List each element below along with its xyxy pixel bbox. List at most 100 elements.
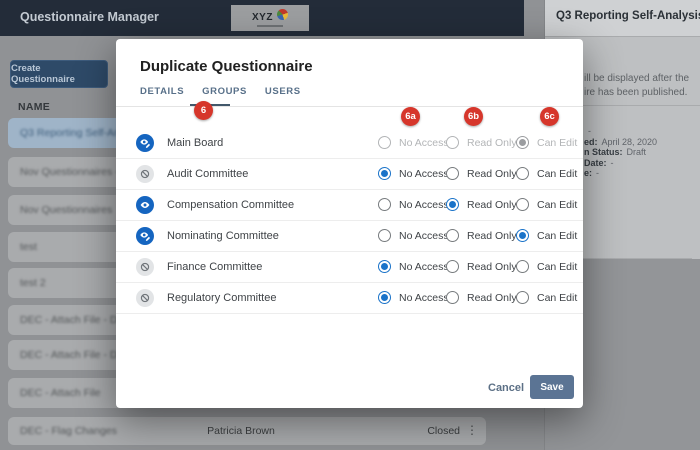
option-no-access[interactable]: No Access [378, 167, 449, 180]
radio-can-edit[interactable] [516, 198, 529, 211]
option-label: No Access [399, 199, 449, 211]
radio-read-only[interactable] [446, 167, 459, 180]
meta-value: - [596, 168, 599, 178]
option-read-only[interactable]: Read Only [446, 260, 517, 273]
option-label: No Access [399, 137, 449, 149]
option-label: Can Edit [537, 230, 577, 242]
group-name: Audit Committee [167, 168, 248, 180]
radio-read-only[interactable] [446, 229, 459, 242]
option-label: No Access [399, 292, 449, 304]
name-column-header: NAME [18, 101, 50, 113]
radio-no-access[interactable] [378, 260, 391, 273]
option-no-access[interactable]: No Access [378, 198, 449, 211]
option-label: Read Only [467, 230, 517, 242]
create-questionnaire-button[interactable]: Create Questionnaire [10, 60, 108, 88]
permission-row: Nominating Committee No Access Read Only Ca… [116, 221, 583, 252]
tab-users[interactable]: USERS [265, 86, 301, 97]
row-status: Closed [427, 425, 460, 437]
option-no-access[interactable]: No Access [378, 136, 449, 149]
radio-no-access[interactable] [378, 291, 391, 304]
option-read-only[interactable]: Read Only [446, 291, 517, 304]
option-read-only[interactable]: Read Only [446, 167, 517, 180]
tab-groups[interactable]: GROUPS [202, 86, 247, 97]
annotation-badge-6: 6 [194, 101, 213, 120]
option-label: Can Edit [537, 261, 577, 273]
meta-value: - [588, 126, 591, 136]
top-header: Questionnaire Manager XYZ [0, 0, 524, 36]
list-item-label: Nov Questionnaires [20, 204, 112, 216]
radio-can-edit[interactable] [516, 229, 529, 242]
kebab-menu-icon[interactable]: ⋮ [466, 423, 478, 437]
option-read-only[interactable]: Read Only [446, 198, 517, 211]
group-name: Regulatory Committee [167, 292, 276, 304]
cancel-button[interactable]: Cancel [488, 382, 524, 394]
hint-line: ill be displayed after the [584, 72, 689, 86]
option-read-only[interactable]: Read Only [446, 229, 517, 242]
duplicate-questionnaire-dialog: Duplicate Questionnaire DETAILS GROUPS USE… [116, 39, 583, 408]
logo-text: XYZ [252, 13, 273, 23]
radio-can-edit[interactable] [516, 136, 529, 149]
option-label: Can Edit [537, 292, 577, 304]
radio-read-only[interactable] [446, 291, 459, 304]
option-no-access[interactable]: No Access [378, 260, 449, 273]
radio-can-edit[interactable] [516, 167, 529, 180]
option-label: No Access [399, 230, 449, 242]
save-button[interactable]: Save [530, 375, 574, 399]
option-can-edit[interactable]: Can Edit [516, 229, 577, 242]
blocked-icon [136, 165, 154, 183]
dialog-tabs: DETAILS GROUPS USERS [140, 86, 301, 97]
meta-line: e:- [584, 168, 657, 179]
option-can-edit[interactable]: Can Edit [516, 198, 577, 211]
option-can-edit[interactable]: Can Edit [516, 260, 577, 273]
option-label: Read Only [467, 199, 517, 211]
app-title: Questionnaire Manager [20, 10, 159, 24]
permission-row: Audit Committee No Access Read Only Can Edi… [116, 159, 583, 190]
blocked-icon [136, 258, 154, 276]
dialog-title: Duplicate Questionnaire [140, 58, 313, 75]
group-permission-list: Main BoardNo AccessRead OnlyCan EditAudi… [116, 128, 583, 314]
radio-no-access[interactable] [378, 136, 391, 149]
meta-label: n Status: [584, 147, 623, 157]
option-label: Read Only [467, 261, 517, 273]
blocked-icon [136, 289, 154, 307]
option-label: Read Only [467, 168, 517, 180]
option-can-edit[interactable]: Can Edit [516, 167, 577, 180]
option-label: Can Edit [537, 137, 577, 149]
permission-row: Main BoardNo AccessRead OnlyCan Edit [116, 128, 583, 159]
row-name: DEC - Flag Changes [20, 425, 117, 437]
radio-can-edit[interactable] [516, 260, 529, 273]
screen: Questionnaire Manager XYZ Create Questio… [0, 0, 700, 450]
radio-no-access[interactable] [378, 198, 391, 211]
annotation-badge-6a: 6a [401, 107, 420, 126]
group-name: Nominating Committee [167, 230, 279, 242]
radio-read-only[interactable] [446, 198, 459, 211]
pinwheel-logo-icon [277, 9, 288, 20]
tab-details[interactable]: DETAILS [140, 86, 184, 97]
logo-subtext-bar [257, 25, 283, 27]
radio-read-only[interactable] [446, 260, 459, 273]
radio-read-only[interactable] [446, 136, 459, 149]
option-label: Can Edit [537, 168, 577, 180]
meta-label: e: [584, 168, 592, 178]
permission-row: Regulatory Committee No Access Read Only Ca… [116, 283, 583, 314]
permission-row: Finance CommitteeNo AccessRead OnlyCan E… [116, 252, 583, 283]
annotation-badge-6b: 6b [464, 107, 483, 126]
permission-row: Compensation CommitteeNo AccessRead Only… [116, 190, 583, 221]
eye-edit-icon [136, 227, 154, 245]
option-label: Read Only [467, 292, 517, 304]
meta-label: ed: [584, 137, 598, 147]
option-read-only[interactable]: Read Only [446, 136, 517, 149]
option-no-access[interactable]: No Access [378, 229, 449, 242]
radio-can-edit[interactable] [516, 291, 529, 304]
table-row[interactable]: DEC - Flag Changes Patricia Brown Closed… [8, 417, 486, 445]
meta-value: Draft [627, 147, 647, 157]
option-can-edit[interactable]: Can Edit [516, 291, 577, 304]
option-label: Can Edit [537, 199, 577, 211]
meta-line: n Status: Draft [584, 147, 657, 158]
option-can-edit[interactable]: Can Edit [516, 136, 577, 149]
option-no-access[interactable]: No Access [378, 291, 449, 304]
radio-no-access[interactable] [378, 167, 391, 180]
radio-no-access[interactable] [378, 229, 391, 242]
list-item-label: DEC - Attach File [20, 387, 101, 399]
detail-panel-title: Q3 Reporting Self-Analysis [556, 10, 700, 22]
